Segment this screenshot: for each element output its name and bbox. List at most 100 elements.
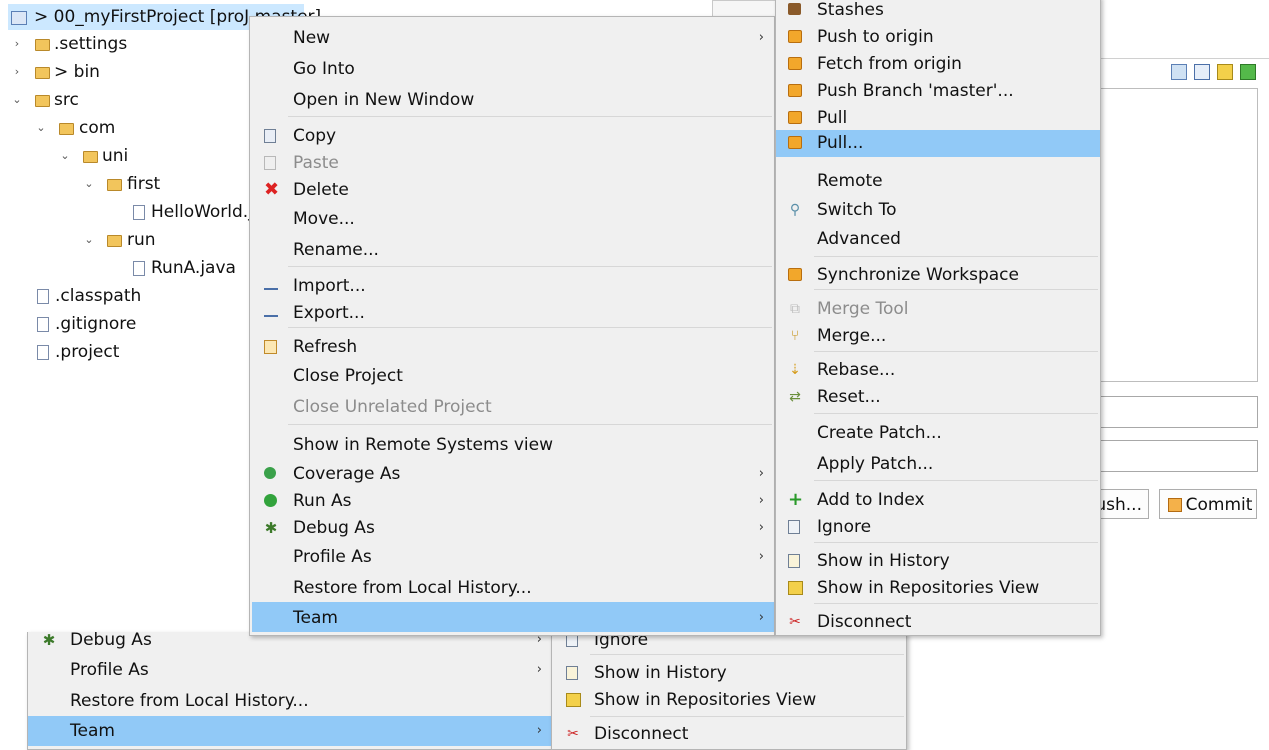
menu-item-apply-patch[interactable]: Apply Patch... bbox=[776, 451, 1100, 477]
menu-item-label: Merge Tool bbox=[817, 299, 909, 319]
menu-item-disconnect[interactable]: ✂ Disconnect bbox=[552, 721, 906, 747]
menu-item-label: Rename... bbox=[293, 240, 379, 260]
menu-item-rebase[interactable]: ⇣ Rebase... bbox=[776, 357, 1100, 383]
menu-item-stashes[interactable]: Stashes bbox=[776, 0, 1100, 23]
committer-field[interactable] bbox=[1098, 440, 1258, 472]
tree-item-helloworld[interactable]: HelloWorld.j bbox=[0, 199, 253, 225]
menu-item-label: Open in New Window bbox=[293, 90, 475, 110]
menu-item-run-as[interactable]: Run As › bbox=[250, 488, 774, 514]
menu-item-ignore[interactable]: Ignore bbox=[776, 514, 1100, 540]
source-folder-icon bbox=[35, 95, 50, 107]
menu-item-profile-as[interactable]: Profile As › bbox=[250, 544, 774, 570]
package-icon bbox=[107, 179, 122, 191]
tree-item-label: .gitignore bbox=[55, 314, 137, 334]
tree-item-com[interactable]: ⌄ com bbox=[0, 115, 240, 141]
menu-item-label: Rebase... bbox=[817, 360, 896, 380]
lock-icon[interactable] bbox=[1217, 64, 1233, 80]
package-icon bbox=[59, 123, 74, 135]
menu-item-show-in-history[interactable]: Show in History bbox=[552, 660, 906, 686]
tree-item-uni[interactable]: ⌄ uni bbox=[0, 143, 240, 169]
tree-item-gitignore[interactable]: .gitignore bbox=[0, 311, 240, 337]
menu-item-label: Run As bbox=[293, 491, 352, 511]
git-repository-icon bbox=[566, 693, 581, 707]
tree-item-bin[interactable]: › > bin bbox=[0, 59, 240, 85]
menu-item-label: Fetch from origin bbox=[817, 54, 962, 74]
menu-item-export[interactable]: Export... bbox=[250, 300, 774, 326]
menu-item-new[interactable]: New › bbox=[250, 25, 774, 51]
tree-item-label: first bbox=[127, 174, 161, 194]
menu-item-debug-as[interactable]: ✱ Debug As › bbox=[250, 515, 774, 541]
menu-item-fetch-from-origin[interactable]: Fetch from origin bbox=[776, 51, 1100, 77]
menu-item-team[interactable]: Team › bbox=[252, 602, 774, 632]
menu-item-import[interactable]: Import... bbox=[250, 273, 774, 299]
menu-item-copy[interactable]: Copy bbox=[250, 123, 774, 149]
menu-item-show-in-history[interactable]: Show in History bbox=[776, 548, 1100, 574]
menu-item-disconnect[interactable]: ✂ Disconnect bbox=[776, 609, 1100, 635]
menu-item-advanced[interactable]: Advanced bbox=[776, 226, 1100, 252]
menu-item-add-to-index[interactable]: + Add to Index bbox=[776, 487, 1100, 513]
menu-item-team[interactable]: Team › bbox=[28, 716, 552, 746]
menu-item-profile-as[interactable]: Profile As › bbox=[28, 657, 552, 683]
export-icon bbox=[264, 306, 278, 317]
chevron-down-icon[interactable]: ⌄ bbox=[34, 115, 48, 141]
tree-item-runa[interactable]: RunA.java bbox=[0, 255, 240, 281]
menu-item-restore-history[interactable]: Restore from Local History... bbox=[28, 688, 552, 714]
menu-item-synchronize[interactable]: Synchronize Workspace bbox=[776, 262, 1100, 288]
staging-icon[interactable] bbox=[1240, 64, 1256, 80]
chevron-right-icon[interactable]: › bbox=[10, 31, 24, 57]
tree-item-label: src bbox=[54, 90, 79, 110]
menu-item-label: Advanced bbox=[817, 229, 901, 249]
menu-item-reset[interactable]: ⇄ Reset... bbox=[776, 384, 1100, 410]
menu-item-label: Profile As bbox=[293, 547, 372, 567]
commit-button[interactable]: Commit bbox=[1159, 489, 1257, 519]
menu-item-create-patch[interactable]: Create Patch... bbox=[776, 420, 1100, 446]
tree-item-classpath[interactable]: .classpath bbox=[0, 283, 240, 309]
menu-item-remote[interactable]: Remote bbox=[776, 168, 1100, 194]
menu-separator bbox=[814, 480, 1098, 481]
tree-item-project-file[interactable]: .project bbox=[0, 339, 240, 365]
menu-item-refresh[interactable]: Refresh bbox=[250, 334, 774, 360]
compare-icon[interactable] bbox=[1171, 64, 1187, 80]
push-button[interactable]: Push... bbox=[1085, 489, 1149, 519]
menu-item-open-new-window[interactable]: Open in New Window bbox=[250, 87, 774, 113]
context-menu-ghost: ✱ Debug As › Profile As › Restore from L… bbox=[27, 632, 553, 750]
menu-item-label: Go Into bbox=[293, 59, 355, 79]
menu-item-coverage-as[interactable]: Coverage As › bbox=[250, 461, 774, 487]
menu-item-show-in-repositories[interactable]: Show in Repositories View bbox=[776, 575, 1100, 601]
pull-icon bbox=[788, 111, 802, 124]
menu-item-delete[interactable]: ✖ Delete bbox=[250, 177, 774, 203]
chevron-right-icon[interactable]: › bbox=[10, 59, 24, 85]
menu-item-switch-to[interactable]: ⚲ Switch To bbox=[776, 197, 1100, 223]
menu-item-push-branch[interactable]: Push Branch 'master'... bbox=[776, 78, 1100, 104]
debug-icon: ✱ bbox=[42, 632, 56, 649]
menu-separator bbox=[590, 654, 904, 655]
tree-item-src[interactable]: ⌄ src bbox=[0, 87, 240, 113]
menu-item-close-project[interactable]: Close Project bbox=[250, 363, 774, 389]
tree-item-label: .project bbox=[55, 342, 120, 362]
stash-icon bbox=[788, 3, 801, 15]
menu-item-move[interactable]: Move... bbox=[250, 206, 774, 232]
menu-item-push-to-origin[interactable]: Push to origin bbox=[776, 24, 1100, 50]
menu-item-pull-dialog[interactable]: Pull... bbox=[776, 130, 1100, 157]
menu-item-show-in-repositories[interactable]: Show in Repositories View bbox=[552, 687, 906, 713]
commit-message-area[interactable] bbox=[1098, 88, 1258, 382]
chevron-down-icon[interactable]: ⌄ bbox=[10, 87, 24, 113]
chevron-down-icon[interactable]: ⌄ bbox=[58, 143, 72, 169]
menu-item-label: Push Branch 'master'... bbox=[817, 81, 1014, 101]
add-icon: + bbox=[788, 489, 804, 510]
menu-separator bbox=[288, 327, 772, 328]
menu-item-merge[interactable]: ⑂ Merge... bbox=[776, 323, 1100, 349]
menu-item-show-remote-systems[interactable]: Show in Remote Systems view bbox=[250, 432, 774, 458]
menu-item-rename[interactable]: Rename... bbox=[250, 237, 774, 263]
menu-item-label: Team bbox=[293, 608, 338, 628]
menu-item-pull[interactable]: Pull bbox=[776, 105, 1100, 131]
tree-item-settings[interactable]: › .settings bbox=[0, 31, 240, 57]
tree-item-first[interactable]: ⌄ first bbox=[0, 171, 240, 197]
edit-icon[interactable] bbox=[1194, 64, 1210, 80]
tree-item-run[interactable]: ⌄ run bbox=[0, 227, 240, 253]
chevron-down-icon[interactable]: ⌄ bbox=[82, 227, 96, 253]
menu-item-restore-history[interactable]: Restore from Local History... bbox=[250, 575, 774, 601]
author-field[interactable] bbox=[1098, 396, 1258, 428]
chevron-down-icon[interactable]: ⌄ bbox=[82, 171, 96, 197]
menu-item-go-into[interactable]: Go Into bbox=[250, 56, 774, 82]
